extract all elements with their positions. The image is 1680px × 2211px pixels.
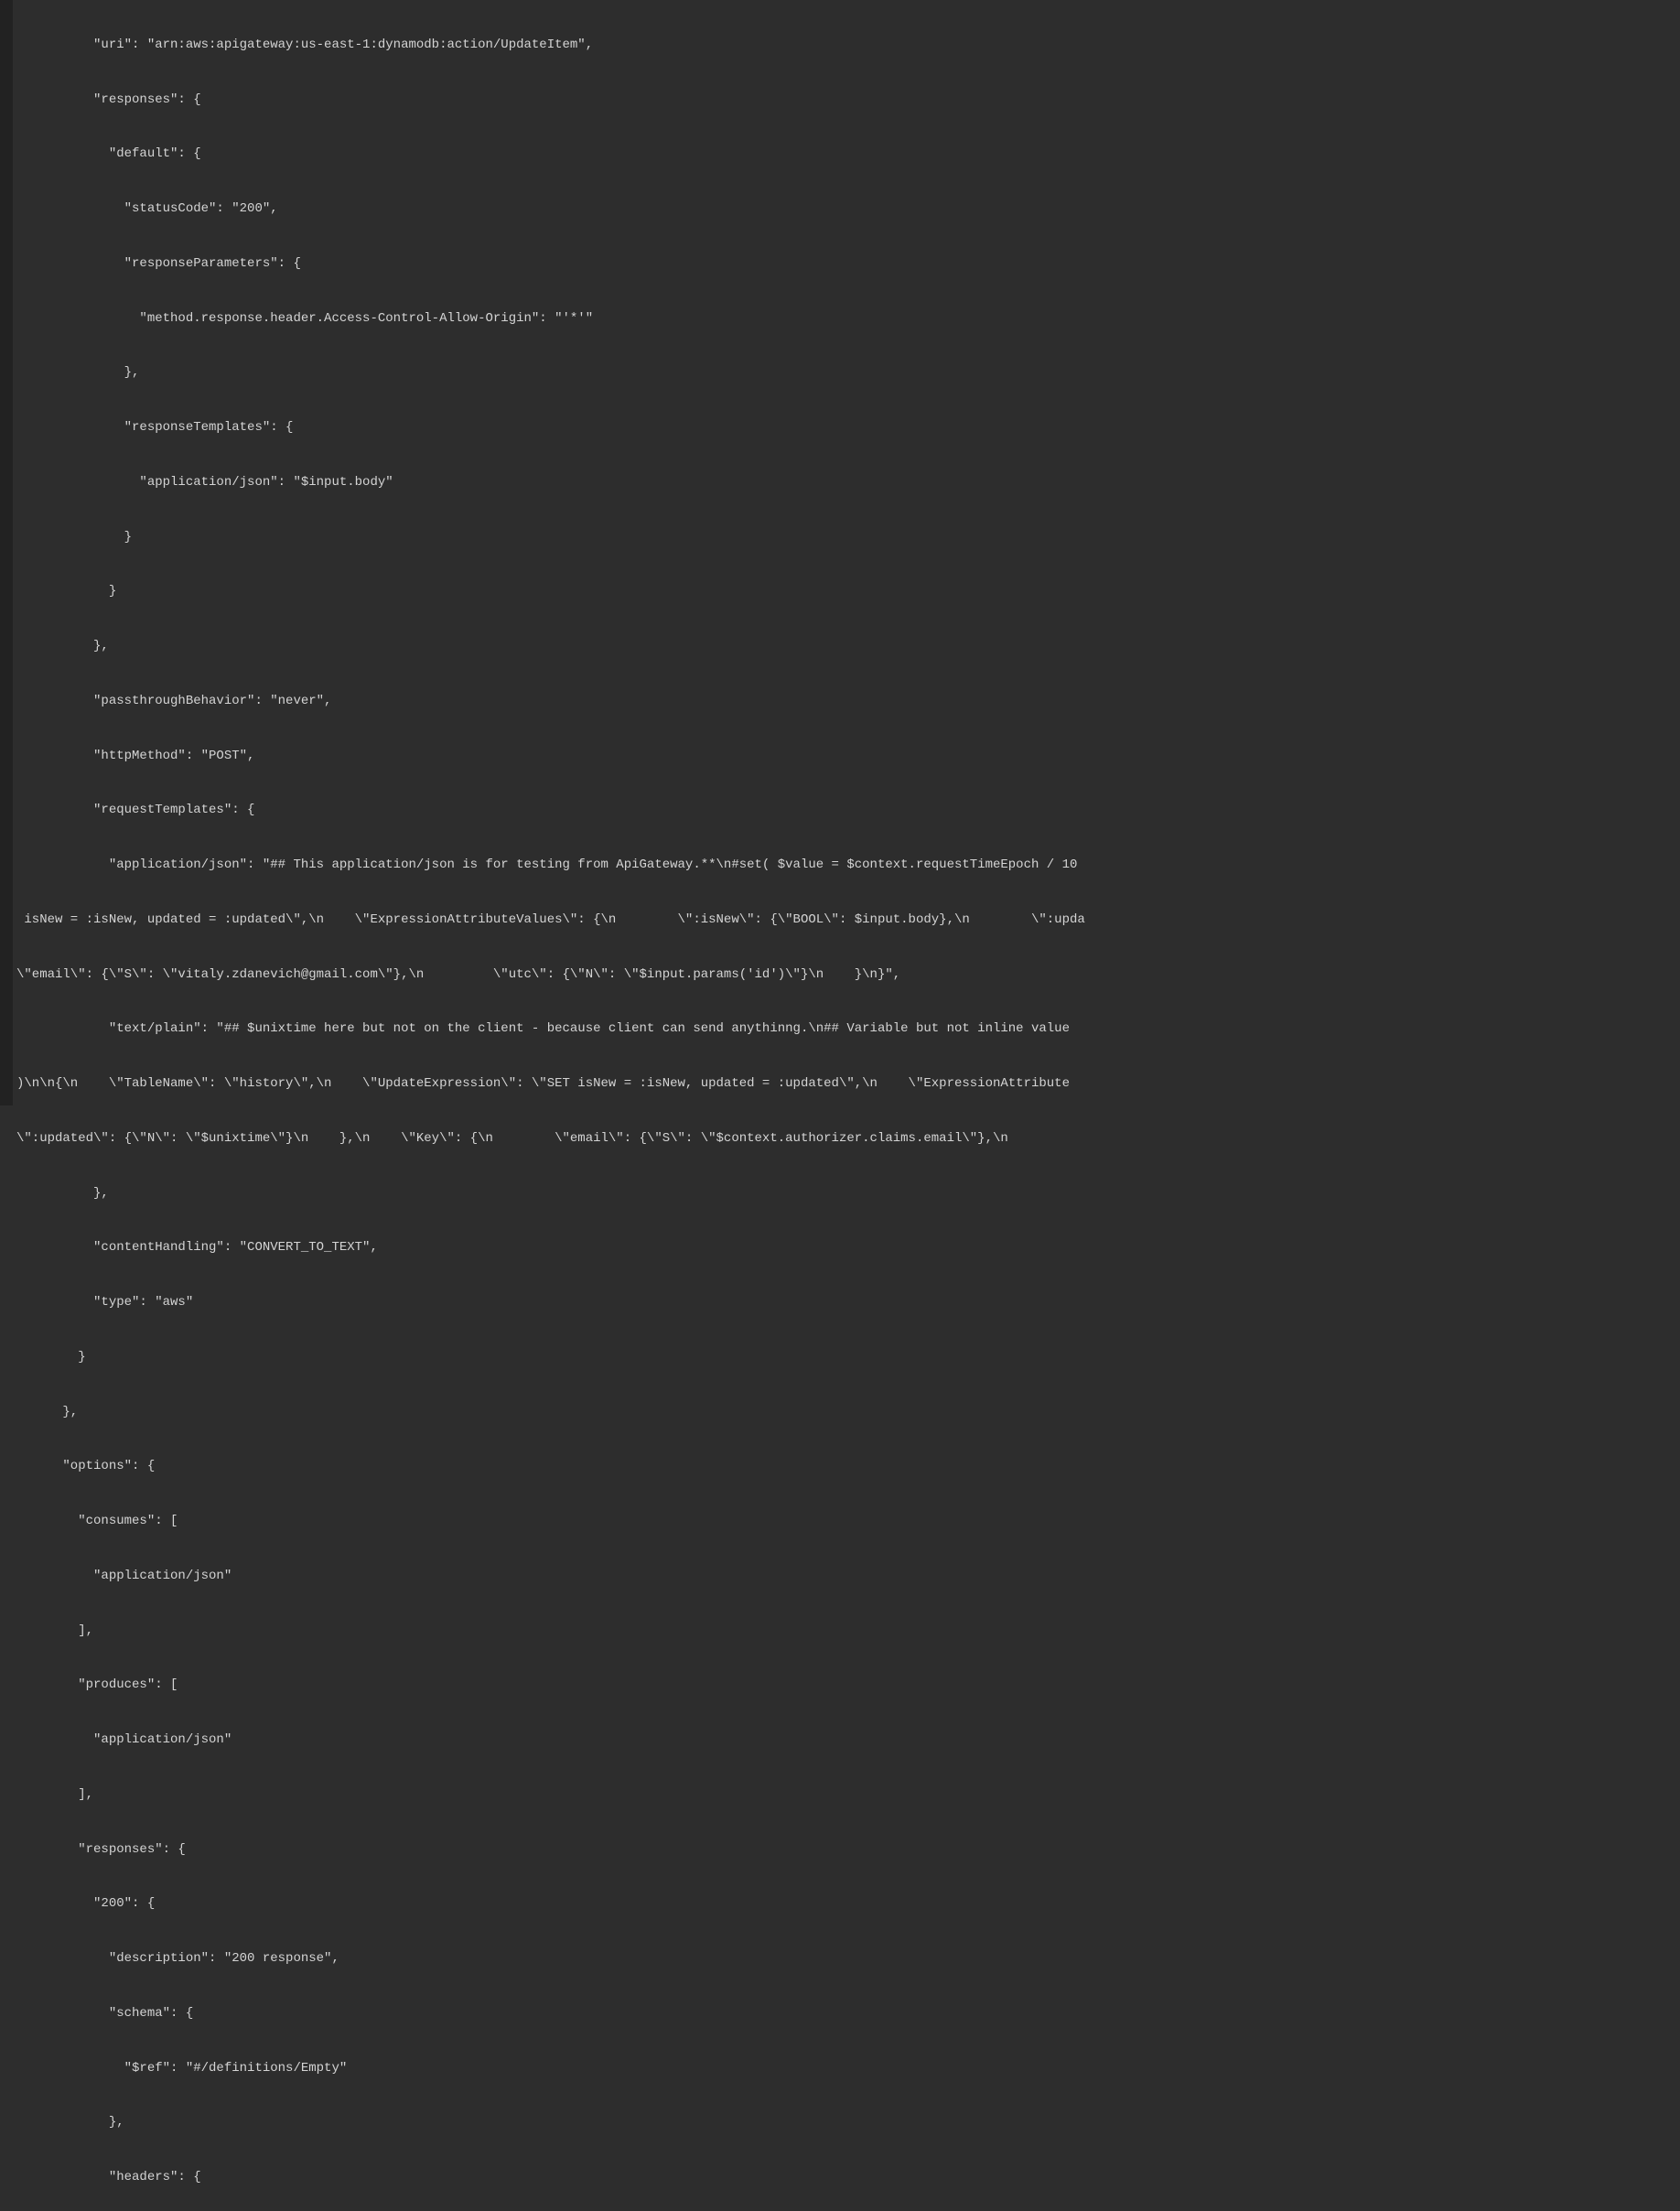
code-line[interactable]: "httpMethod": "POST", (16, 748, 1085, 766)
code-line[interactable]: "statusCode": "200", (16, 200, 1085, 219)
code-line[interactable]: "description": "200 response", (16, 1950, 1085, 1968)
code-line[interactable]: "application/json" (16, 1568, 1085, 1586)
code-line[interactable]: } (16, 529, 1085, 547)
code-line[interactable]: "responseTemplates": { (16, 419, 1085, 437)
code-line[interactable]: "text/plain": "## $unixtime here but not… (16, 1020, 1085, 1039)
code-line[interactable]: "application/json": "$input.body" (16, 474, 1085, 492)
code-line[interactable]: "passthroughBehavior": "never", (16, 693, 1085, 711)
code-line[interactable]: }, (16, 1185, 1085, 1203)
code-line[interactable]: ], (16, 1786, 1085, 1805)
code-line[interactable]: "application/json" (16, 1731, 1085, 1750)
code-line[interactable]: "method.response.header.Access-Control-A… (16, 310, 1085, 329)
code-line[interactable]: "contentHandling": "CONVERT_TO_TEXT", (16, 1239, 1085, 1257)
code-line[interactable]: )\n\n{\n \"TableName\": \"history\",\n \… (16, 1075, 1085, 1094)
code-line[interactable]: "consumes": [ (16, 1513, 1085, 1531)
code-line[interactable]: } (16, 583, 1085, 601)
code-line[interactable]: "type": "aws" (16, 1294, 1085, 1312)
code-line[interactable]: \"email\": {\"S\": \"vitaly.zdanevich@gm… (16, 966, 1085, 985)
code-line[interactable]: "produces": [ (16, 1677, 1085, 1695)
code-content[interactable]: "uri": "arn:aws:apigateway:us-east-1:dyn… (13, 0, 1089, 1106)
code-line[interactable]: "responses": { (16, 1841, 1085, 1860)
code-line[interactable]: "200": { (16, 1895, 1085, 1914)
code-line[interactable]: "default": { (16, 146, 1085, 164)
code-line[interactable]: "responseParameters": { (16, 255, 1085, 274)
code-line[interactable]: "application/json": "## This application… (16, 857, 1085, 875)
code-line[interactable]: "options": { (16, 1458, 1085, 1476)
code-line[interactable]: \":updated\": {\"N\": \"$unixtime\"}\n }… (16, 1130, 1085, 1149)
code-line[interactable]: }, (16, 364, 1085, 383)
editor-gutter (0, 0, 13, 1106)
code-line[interactable]: } (16, 1349, 1085, 1367)
code-line[interactable]: "requestTemplates": { (16, 802, 1085, 820)
code-line[interactable]: "responses": { (16, 92, 1085, 110)
code-editor[interactable]: "uri": "arn:aws:apigateway:us-east-1:dyn… (0, 0, 1680, 1106)
code-line[interactable]: }, (16, 2114, 1085, 2132)
code-line[interactable]: "$ref": "#/definitions/Empty" (16, 2060, 1085, 2078)
code-line[interactable]: ], (16, 1623, 1085, 1641)
code-line[interactable]: }, (16, 638, 1085, 656)
code-line[interactable]: }, (16, 1404, 1085, 1422)
code-line[interactable]: "headers": { (16, 2169, 1085, 2187)
code-line[interactable]: "schema": { (16, 2005, 1085, 2023)
code-line[interactable]: isNew = :isNew, updated = :updated\",\n … (16, 911, 1085, 930)
code-line[interactable]: "uri": "arn:aws:apigateway:us-east-1:dyn… (16, 37, 1085, 55)
